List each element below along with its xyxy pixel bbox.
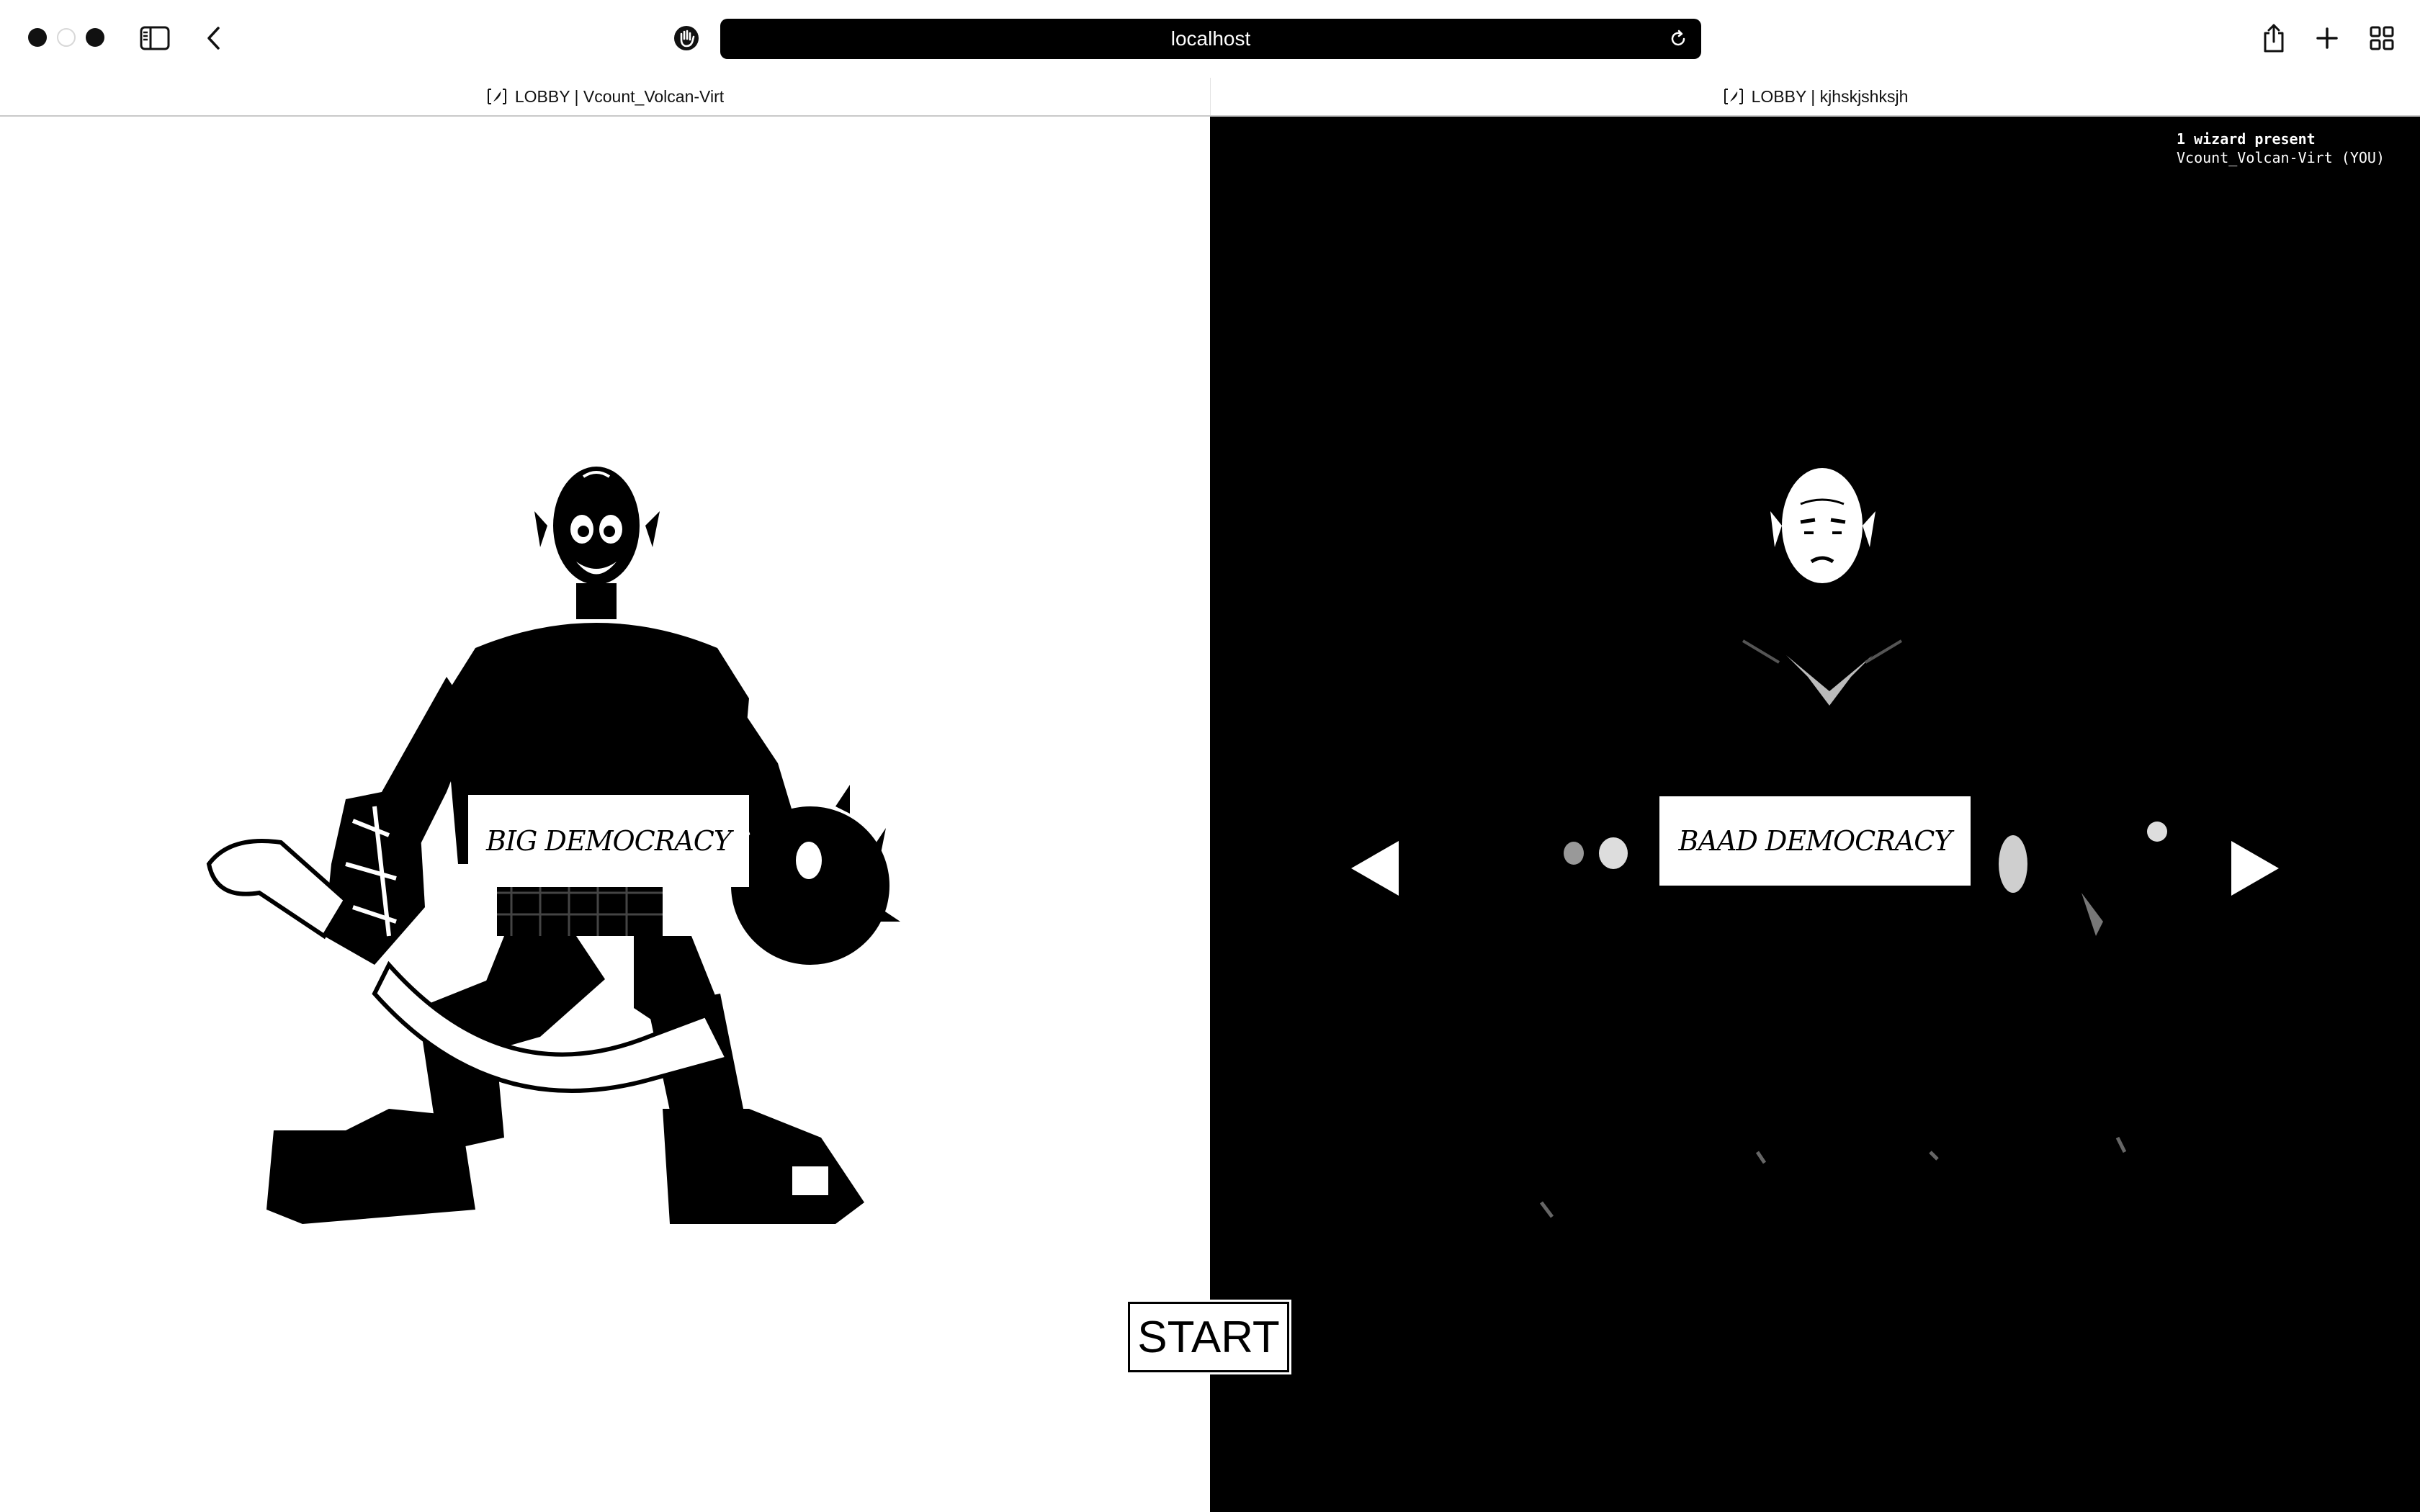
hand-icon[interactable]	[670, 22, 703, 55]
window-zoom-button[interactable]	[86, 28, 104, 47]
player-name: Vcount_Volcan-Virt (YOU)	[2177, 149, 2385, 166]
tab-lobby-kjhsk[interactable]: LOBBY | kjhskjshksjh	[1210, 78, 2420, 115]
feather-favicon-icon	[486, 88, 508, 105]
start-button[interactable]: START	[1126, 1300, 1291, 1374]
feather-favicon-icon	[1723, 88, 1744, 105]
tab-bar: LOBBY | Vcount_Volcan-Virt LOBBY | kjhsk…	[0, 78, 2420, 117]
url-text: localhost	[1170, 27, 1251, 50]
right-character-name: BAAD DEMOCRACY	[1658, 795, 1972, 887]
browser-toolbar: localhost	[0, 0, 2420, 78]
chevron-left-icon[interactable]	[197, 22, 230, 55]
grid-icon[interactable]	[2365, 22, 2398, 55]
next-character-arrow-icon[interactable]	[2231, 841, 2279, 896]
wizard-count: 1 wizard present	[2177, 130, 2316, 148]
share-icon[interactable]	[2257, 22, 2290, 55]
left-character-name: BIG DEMOCRACY	[468, 795, 749, 887]
window-minimize-button[interactable]	[57, 28, 76, 47]
tab-label: LOBBY | kjhskjshksjh	[1751, 86, 1909, 106]
window-close-button[interactable]	[28, 28, 47, 47]
sidebar-icon[interactable]	[138, 22, 171, 55]
reload-icon[interactable]	[1668, 29, 1688, 49]
tab-lobby-vcount[interactable]: LOBBY | Vcount_Volcan-Virt	[0, 78, 1210, 115]
address-bar[interactable]: localhost	[720, 19, 1701, 59]
wizard-presence-list: 1 wizard present Vcount_Volcan-Virt (YOU…	[2177, 130, 2385, 167]
previous-character-arrow-icon[interactable]	[1351, 841, 1399, 896]
tab-label: LOBBY | Vcount_Volcan-Virt	[514, 86, 725, 106]
plus-icon[interactable]	[2311, 22, 2344, 55]
